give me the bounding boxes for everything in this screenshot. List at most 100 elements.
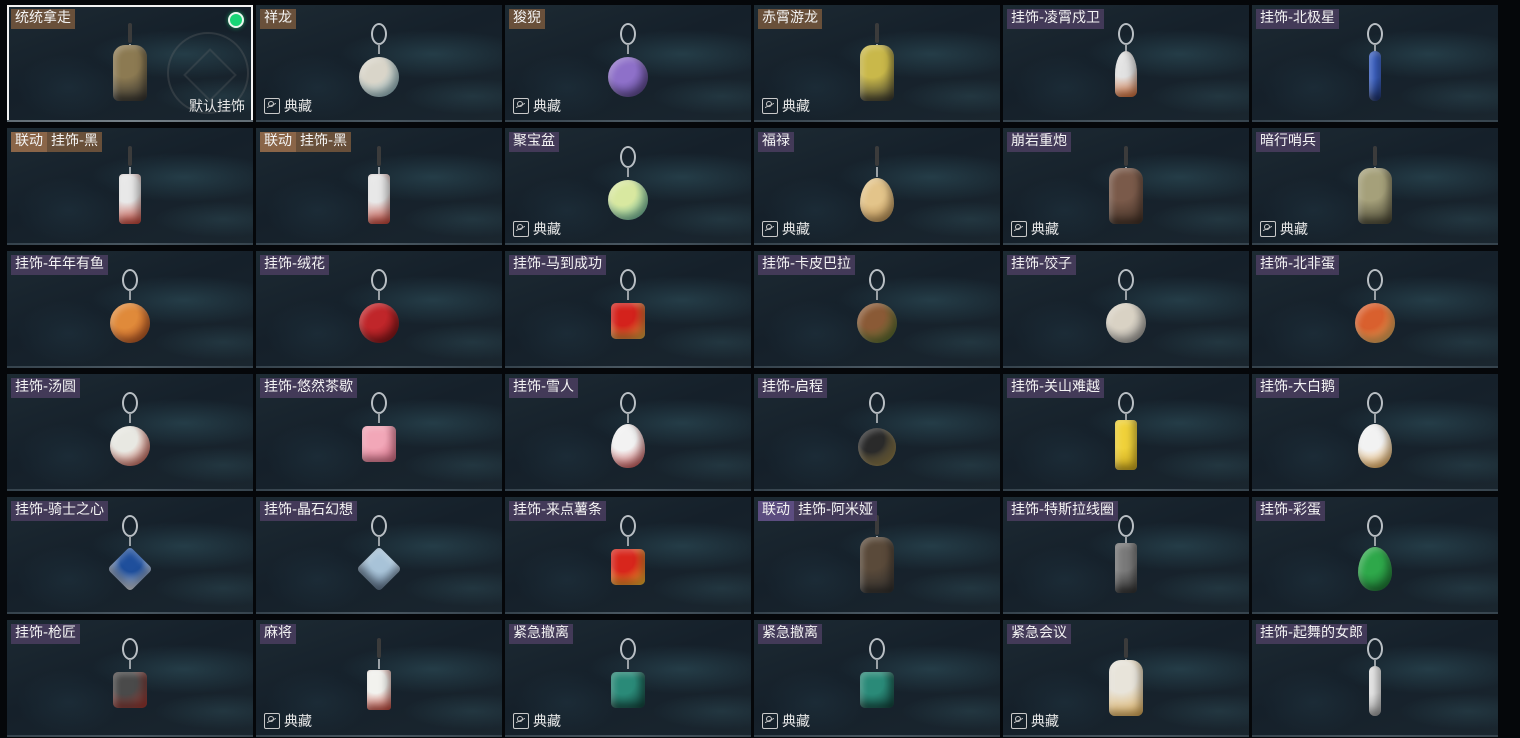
- charm-image: [1096, 267, 1156, 363]
- charm-chain: [129, 536, 131, 546]
- charm-label-row: 联动 挂饰-黑: [260, 132, 352, 152]
- charm-body: [362, 426, 396, 462]
- charm-card[interactable]: 联动 挂饰-黑: [256, 128, 502, 245]
- charm-card[interactable]: 挂饰-启程: [754, 374, 1000, 491]
- charm-image: [1345, 636, 1405, 732]
- charm-label-row: 挂饰-启程: [758, 378, 828, 398]
- charm-name: 挂饰-起舞的女郎: [1256, 624, 1368, 644]
- charm-image: [598, 513, 658, 609]
- charm-card[interactable]: 挂饰-枪匠: [7, 620, 253, 737]
- charm-keyring: [122, 269, 138, 291]
- charm-image: [598, 144, 658, 240]
- charm-card[interactable]: 挂饰-饺子: [1003, 251, 1249, 368]
- charm-name: 挂饰-晶石幻想: [260, 501, 358, 521]
- charm-image: [598, 636, 658, 732]
- charm-card[interactable]: 狻猊 典藏: [505, 5, 751, 122]
- charm-card[interactable]: 崩岩重炮 典藏: [1003, 128, 1249, 245]
- charm-keyring: [1367, 638, 1383, 660]
- charm-card[interactable]: 挂饰-骑士之心: [7, 497, 253, 614]
- collection-badge: 典藏: [513, 219, 561, 239]
- charm-card[interactable]: 赤霄游龙 典藏: [754, 5, 1000, 122]
- charm-label-row: 挂饰-来点薯条: [509, 501, 607, 521]
- charm-card[interactable]: 挂饰-年年有鱼: [7, 251, 253, 368]
- charm-card[interactable]: 紧急撤离 典藏: [505, 620, 751, 737]
- charm-body: [1358, 168, 1392, 224]
- charm-chain: [129, 413, 131, 423]
- charm-name: 挂饰-悠然茶歇: [260, 378, 358, 398]
- charm-label-row: 挂饰-关山难越: [1007, 378, 1105, 398]
- charm-card[interactable]: 挂饰-晶石幻想: [256, 497, 502, 614]
- charm-body: [119, 174, 141, 224]
- charm-label-row: 挂饰-年年有鱼: [11, 255, 109, 275]
- charm-card[interactable]: 挂饰-马到成功: [505, 251, 751, 368]
- charm-name: 挂饰-黑: [296, 132, 352, 152]
- charm-chain: [627, 290, 629, 300]
- charm-card[interactable]: 挂饰-起舞的女郎: [1252, 620, 1498, 737]
- charm-card[interactable]: 挂饰-大白鹅: [1252, 374, 1498, 491]
- charm-card[interactable]: 挂饰-关山难越: [1003, 374, 1249, 491]
- charm-chain: [378, 44, 380, 54]
- charm-chain: [1374, 536, 1376, 546]
- charm-card[interactable]: 挂饰-特斯拉线圈: [1003, 497, 1249, 614]
- charm-card[interactable]: 挂饰-彩蛋: [1252, 497, 1498, 614]
- charm-keyring: [122, 638, 138, 660]
- charm-card[interactable]: 紧急撤离典藏: [754, 620, 1000, 737]
- collection-badge: 典藏: [1260, 219, 1308, 239]
- charm-hook: [875, 146, 879, 166]
- charm-name: 挂饰-饺子: [1007, 255, 1077, 275]
- charm-card[interactable]: 挂饰-来点薯条: [505, 497, 751, 614]
- charm-image: [598, 21, 658, 117]
- charm-card[interactable]: 紧急会议 典藏: [1003, 620, 1249, 737]
- collection-label: 典藏: [782, 714, 810, 730]
- charm-image: [598, 267, 658, 363]
- charm-card[interactable]: 联动 挂饰-阿米娅: [754, 497, 1000, 614]
- charm-chain: [627, 44, 629, 54]
- charm-chain: [1374, 290, 1376, 300]
- collection-label: 典藏: [533, 714, 561, 730]
- charm-card[interactable]: 挂饰-汤圆: [7, 374, 253, 491]
- charm-body: [113, 672, 147, 708]
- equipped-indicator-icon: [228, 12, 244, 28]
- charm-card[interactable]: 挂饰-悠然茶歇: [256, 374, 502, 491]
- charm-card[interactable]: 祥龙 典藏: [256, 5, 502, 122]
- charm-label-row: 挂饰-悠然茶歇: [260, 378, 358, 398]
- charm-chain: [627, 659, 629, 669]
- charm-card[interactable]: 挂饰-卡皮巴拉: [754, 251, 1000, 368]
- charm-card[interactable]: 聚宝盆 典藏: [505, 128, 751, 245]
- collection-label: 典藏: [782, 99, 810, 115]
- charm-card[interactable]: 挂饰-绒花: [256, 251, 502, 368]
- image-icon: [513, 98, 529, 114]
- charm-card[interactable]: 麻将 典藏: [256, 620, 502, 737]
- charm-body: [1106, 303, 1146, 343]
- charm-keyring: [1367, 23, 1383, 45]
- image-icon: [264, 98, 280, 114]
- charm-name: 崩岩重炮: [1007, 132, 1071, 152]
- charm-label-row: 联动 挂饰-阿米娅: [758, 501, 878, 521]
- charm-keyring: [1118, 23, 1134, 45]
- charm-name: 挂饰-彩蛋: [1256, 501, 1326, 521]
- image-icon: [1011, 713, 1027, 729]
- charm-name: 麻将: [260, 624, 296, 644]
- charm-body: [857, 303, 897, 343]
- collection-badge: 典藏: [762, 219, 810, 239]
- charm-image: [100, 390, 160, 486]
- charm-label-row: 挂饰-大白鹅: [1256, 378, 1340, 398]
- charm-card[interactable]: 挂饰-北极星: [1252, 5, 1498, 122]
- charm-card[interactable]: 挂饰-凌霄戍卫: [1003, 5, 1249, 122]
- charm-keyring: [1367, 392, 1383, 414]
- charm-label-row: 福禄: [758, 132, 794, 152]
- charm-image: [349, 267, 409, 363]
- charm-card[interactable]: 统统拿走 默认挂饰: [7, 5, 253, 122]
- charm-card[interactable]: 福禄典藏: [754, 128, 1000, 245]
- charm-card[interactable]: 挂饰-雪人: [505, 374, 751, 491]
- charm-card[interactable]: 挂饰-北非蛋: [1252, 251, 1498, 368]
- charm-name: 紧急会议: [1007, 624, 1071, 644]
- charm-body: [858, 428, 896, 466]
- default-charm-label: 默认挂饰: [189, 99, 245, 115]
- charm-card[interactable]: 联动 挂饰-黑: [7, 128, 253, 245]
- charm-body: [1355, 303, 1395, 343]
- charm-keyring: [620, 638, 636, 660]
- image-icon: [1011, 221, 1027, 237]
- charm-card[interactable]: 暗行哨兵 典藏: [1252, 128, 1498, 245]
- charm-name: 紧急撤离: [758, 624, 822, 644]
